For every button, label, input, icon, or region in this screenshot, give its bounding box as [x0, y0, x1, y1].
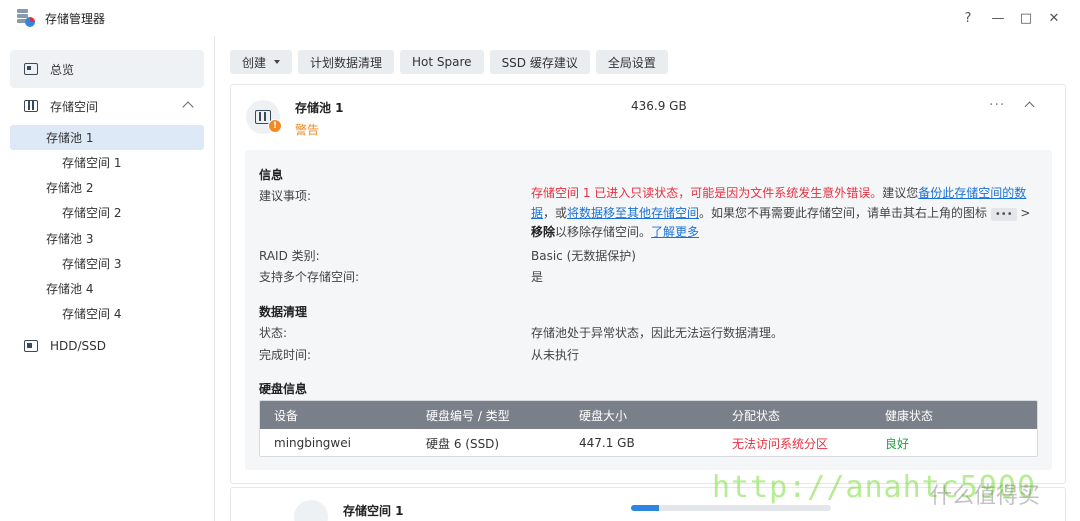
column-header[interactable]: 硬盘大小: [579, 407, 627, 424]
advice-error-text: 存储空间 1 已进入只读状态，可能是因为文件系统发生意外错误。: [531, 186, 883, 200]
sidebar-group-label: 存储空间: [50, 99, 99, 114]
raid-type-value: Basic (无数据保护): [531, 249, 636, 263]
watermark-site: 什么值得买: [930, 484, 1041, 509]
multi-volume-value: 是: [531, 270, 544, 284]
sidebar-item-pool-4[interactable]: 存储池 4: [10, 276, 204, 301]
scrub-status-value: 存储池处于异常状态，因此无法运行数据清理。: [531, 326, 784, 340]
volume-usage-fill: [631, 505, 659, 511]
advice-text-part: 。如果您不再需要此存储空间，请单击其右上角的图标: [699, 205, 988, 220]
window-title: 存储管理器: [45, 12, 106, 26]
help-icon[interactable]: ?: [958, 8, 978, 28]
table-header: 设备 硬盘编号 / 类型 硬盘大小 分配状态 健康状态: [260, 401, 1037, 429]
storage-pool-card: ! 存储池 1 警告 436.9 GB ··· 信息 建议事项: 存储空间 1 …: [230, 84, 1066, 484]
move-data-link[interactable]: 将数据移至其他存储空间: [567, 206, 699, 220]
raid-type-label: RAID 类别:: [259, 249, 320, 263]
advice-text-part: 建议您: [882, 186, 919, 200]
storage-icon: [24, 100, 38, 112]
learn-more-link[interactable]: 了解更多: [651, 225, 699, 239]
ssd-cache-advisor-button[interactable]: SSD 缓存建议: [489, 50, 590, 74]
title-bar: 存储管理器 ? — □ ✕: [0, 0, 1080, 36]
health-status-cell: 良好: [885, 436, 910, 451]
drive-number-cell: 硬盘 6 (SSD): [426, 436, 500, 451]
sidebar-item-hdd-ssd[interactable]: HDD/SSD: [10, 332, 204, 360]
column-header[interactable]: 分配状态: [732, 407, 780, 424]
minimize-icon[interactable]: —: [988, 8, 1008, 28]
advice-text-part: >: [1016, 205, 1031, 220]
sidebar-item-volume-3[interactable]: 存储空间 3: [10, 251, 204, 276]
column-header[interactable]: 健康状态: [885, 407, 933, 424]
scrub-time-value: 从未执行: [531, 348, 580, 362]
volume-name: 存储空间 1: [343, 504, 404, 518]
volume-icon: [294, 500, 328, 521]
advice-text-part: 以移除存储空间。: [555, 225, 652, 239]
advice-text: 存储空间 1 已进入只读状态，可能是因为文件系统发生意外错误。建议您备份此存储空…: [531, 184, 1041, 243]
pool-status: 警告: [295, 123, 320, 137]
global-settings-button[interactable]: 全局设置: [595, 50, 668, 74]
disk-table: 设备 硬盘编号 / 类型 硬盘大小 分配状态 健康状态 mingbingwei …: [259, 400, 1038, 457]
toolbar: 创建 计划数据清理 Hot Spare SSD 缓存建议 全局设置: [230, 50, 668, 74]
more-options-chip-icon: •••: [990, 207, 1017, 221]
volume-usage-bar: [631, 505, 831, 511]
column-header[interactable]: 设备: [274, 407, 298, 424]
sidebar-item-overview[interactable]: 总览: [10, 50, 204, 88]
create-button[interactable]: 创建: [230, 50, 293, 74]
scrub-time-label: 完成时间:: [259, 348, 312, 362]
sidebar-item-volume-2[interactable]: 存储空间 2: [10, 200, 204, 225]
pool-detail-panel: 信息 建议事项: 存储空间 1 已进入只读状态，可能是因为文件系统发生意外错误。…: [245, 150, 1052, 470]
allocation-status-cell: 无法访问系统分区: [732, 436, 829, 451]
chevron-up-icon[interactable]: [1024, 101, 1035, 112]
advice-text-part: ，或: [543, 205, 568, 220]
more-options-icon[interactable]: ···: [989, 97, 1005, 113]
drive-size-cell: 447.1 GB: [579, 436, 635, 450]
chevron-up-icon[interactable]: [182, 101, 194, 113]
caret-down-icon: [274, 60, 281, 64]
column-header[interactable]: 硬盘编号 / 类型: [426, 407, 510, 424]
sidebar: 总览 存储空间 存储池 1 存储空间 1 存储池 2 存储空间 2 存储池 3 …: [0, 36, 215, 521]
warning-badge-icon: !: [268, 119, 282, 133]
disk-info-section-title: 硬盘信息: [259, 382, 308, 396]
close-icon[interactable]: ✕: [1044, 8, 1064, 28]
maximize-icon[interactable]: □: [1016, 8, 1036, 28]
hot-spare-button[interactable]: Hot Spare: [400, 50, 484, 74]
schedule-scrub-button[interactable]: 计划数据清理: [298, 50, 395, 74]
info-section-title: 信息: [259, 168, 284, 182]
sidebar-group-storage[interactable]: 存储空间: [10, 92, 204, 120]
pool-name: 存储池 1: [295, 101, 344, 115]
sidebar-item-pool-1[interactable]: 存储池 1: [10, 125, 204, 150]
scrub-status-label: 状态:: [259, 326, 288, 340]
hdd-icon: [24, 340, 38, 352]
create-button-label: 创建: [242, 55, 267, 70]
pool-size: 436.9 GB: [631, 99, 687, 113]
sidebar-item-label: HDD/SSD: [50, 339, 107, 353]
remove-keyword: 移除: [531, 225, 556, 239]
table-row[interactable]: mingbingwei 硬盘 6 (SSD) 447.1 GB 无法访问系统分区…: [260, 429, 1037, 456]
sidebar-item-pool-2[interactable]: 存储池 2: [10, 175, 204, 200]
scrub-section-title: 数据清理: [259, 305, 308, 319]
sidebar-item-pool-3[interactable]: 存储池 3: [10, 226, 204, 251]
multi-volume-label: 支持多个存储空间:: [259, 270, 360, 284]
sidebar-item-volume-4[interactable]: 存储空间 4: [10, 301, 204, 326]
storage-manager-icon: [16, 8, 36, 28]
overview-icon: [24, 63, 38, 75]
sidebar-item-label: 总览: [50, 62, 75, 77]
device-cell: mingbingwei: [274, 436, 351, 450]
sidebar-item-volume-1[interactable]: 存储空间 1: [10, 150, 204, 175]
advice-label: 建议事项:: [259, 189, 312, 203]
